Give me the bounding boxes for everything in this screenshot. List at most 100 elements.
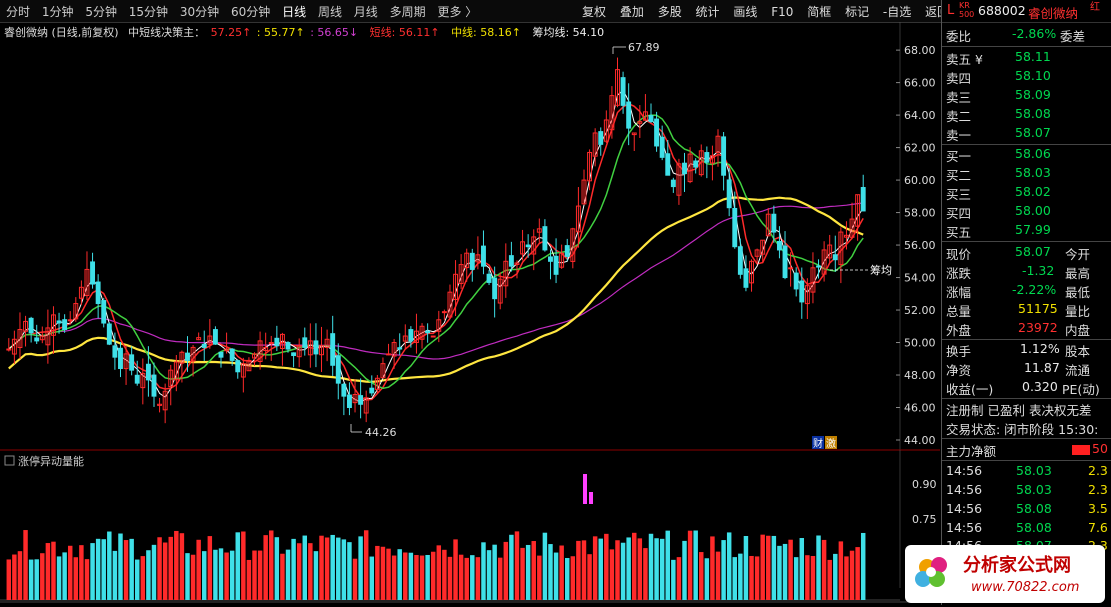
f10-button[interactable]: F10 bbox=[771, 5, 793, 19]
volume-bar bbox=[162, 542, 168, 600]
quote-header: L KR 500 688002 睿创微纳 红 bbox=[942, 0, 1111, 23]
spike-bar bbox=[589, 492, 593, 504]
statistics-button[interactable]: 统计 bbox=[696, 5, 720, 19]
volume-bar bbox=[73, 557, 79, 600]
volume-bar bbox=[419, 555, 425, 600]
volume-bar bbox=[604, 533, 609, 600]
candle-body bbox=[201, 343, 207, 348]
add-watchlist-button[interactable]: -自选 bbox=[883, 5, 911, 19]
candle-body bbox=[358, 395, 364, 405]
volume-bar bbox=[425, 554, 430, 600]
volume-bar bbox=[241, 531, 246, 600]
volume-bar bbox=[659, 538, 665, 600]
volume-bar bbox=[302, 535, 307, 600]
volume-bar bbox=[341, 539, 347, 600]
simple-frame-button[interactable]: 简框 bbox=[807, 5, 831, 19]
volume-bar bbox=[330, 534, 335, 600]
candle-body bbox=[682, 162, 687, 175]
volume-bar bbox=[363, 530, 369, 600]
candle-body bbox=[229, 348, 235, 361]
tab-5min[interactable]: 5分钟 bbox=[85, 5, 117, 19]
multi-stock-button[interactable]: 多股 bbox=[658, 5, 682, 19]
tab-weekly[interactable]: 周线 bbox=[318, 5, 342, 19]
y-tick-label: 68.00 bbox=[904, 44, 936, 57]
finance-tag[interactable]: 财 bbox=[813, 437, 823, 450]
overlay-button[interactable]: 叠加 bbox=[620, 5, 644, 19]
candle-body bbox=[776, 240, 782, 251]
tab-multi-period[interactable]: 多周期 bbox=[390, 5, 426, 19]
volume-bar bbox=[6, 559, 12, 600]
volume-bar bbox=[179, 533, 185, 600]
volume-bar bbox=[576, 540, 581, 600]
volume-bar bbox=[269, 530, 274, 600]
tab-daily[interactable]: 日线 bbox=[282, 5, 306, 19]
volume-bar bbox=[699, 552, 704, 600]
volume-bar bbox=[430, 551, 436, 600]
candle-body bbox=[860, 187, 866, 212]
tab-more[interactable]: 更多 〉 bbox=[437, 5, 477, 19]
y-tick-label: 44.00 bbox=[904, 434, 936, 447]
sub-indicator-title: 涨停异动量能 bbox=[18, 454, 84, 468]
volume-bar bbox=[313, 551, 319, 600]
volume-bar bbox=[838, 541, 844, 600]
flower-logo-icon: 分析家公式网 www.70822.com bbox=[915, 554, 1079, 595]
volume-bar bbox=[788, 539, 793, 600]
volume-bar bbox=[615, 540, 620, 600]
volume-bar bbox=[481, 542, 486, 600]
candle-body bbox=[106, 323, 112, 345]
sub-y-tick-label: 0.75 bbox=[912, 513, 937, 526]
volume-bar bbox=[581, 540, 587, 600]
mark-button[interactable]: 标记 bbox=[845, 5, 869, 19]
candle-body bbox=[782, 245, 788, 279]
svg-text:www.70822.com: www.70822.com bbox=[971, 580, 1079, 595]
high-price-label: 67.89 bbox=[628, 41, 660, 54]
volume-bar bbox=[570, 556, 576, 600]
volume-bar bbox=[704, 558, 710, 600]
restore-rights-button[interactable]: 复权 bbox=[582, 5, 606, 19]
candle-body bbox=[726, 179, 732, 209]
candle-body bbox=[743, 268, 749, 288]
volume-bar bbox=[777, 545, 782, 600]
score-tag[interactable]: 激 bbox=[826, 437, 836, 450]
volume-bar bbox=[90, 543, 95, 600]
volume-bar bbox=[319, 535, 324, 600]
volume-bar bbox=[676, 557, 682, 600]
volume-bar bbox=[726, 532, 732, 600]
y-tick-label: 62.00 bbox=[904, 142, 936, 155]
volume-bar bbox=[23, 530, 28, 600]
candle-body bbox=[218, 351, 224, 358]
tab-60min[interactable]: 60分钟 bbox=[231, 5, 270, 19]
tab-15min[interactable]: 15分钟 bbox=[129, 5, 168, 19]
tab-30min[interactable]: 30分钟 bbox=[180, 5, 219, 19]
spike-bar bbox=[583, 474, 587, 504]
candle-body bbox=[346, 394, 352, 409]
volume-bar bbox=[548, 544, 553, 600]
volume-bar bbox=[464, 557, 469, 600]
svg-text:分析家公式网: 分析家公式网 bbox=[963, 554, 1071, 576]
volume-bar bbox=[860, 532, 866, 600]
volume-bar bbox=[654, 538, 659, 600]
kline-chart[interactable]: 68.00 66.00 64.00 62.00 60.00 58.00 56.00 54.00… bbox=[0, 22, 940, 605]
tab-fenshi[interactable]: 分时 bbox=[6, 5, 30, 19]
candle-body bbox=[62, 319, 68, 331]
volume-bar bbox=[682, 540, 687, 600]
volume-bar bbox=[799, 538, 805, 600]
short-ma-line bbox=[8, 102, 864, 401]
volume-bar bbox=[766, 535, 771, 600]
volume-bar bbox=[632, 532, 637, 600]
candle-body bbox=[408, 329, 414, 342]
volume-bar bbox=[336, 537, 341, 600]
stock-name: 睿创微纳 bbox=[1028, 6, 1079, 21]
volume-bar bbox=[391, 555, 397, 600]
volume-bar bbox=[174, 530, 179, 600]
volume-bar bbox=[196, 539, 201, 600]
tab-monthly[interactable]: 月线 bbox=[354, 5, 378, 19]
candle-body bbox=[185, 352, 190, 361]
draw-line-button[interactable]: 画线 bbox=[733, 5, 757, 19]
candle-body bbox=[492, 277, 498, 300]
candle-body bbox=[816, 265, 821, 268]
volume-bar bbox=[693, 530, 698, 600]
volume-bar bbox=[715, 551, 721, 600]
volume-bar bbox=[403, 552, 408, 600]
tab-1min[interactable]: 1分钟 bbox=[42, 5, 74, 19]
